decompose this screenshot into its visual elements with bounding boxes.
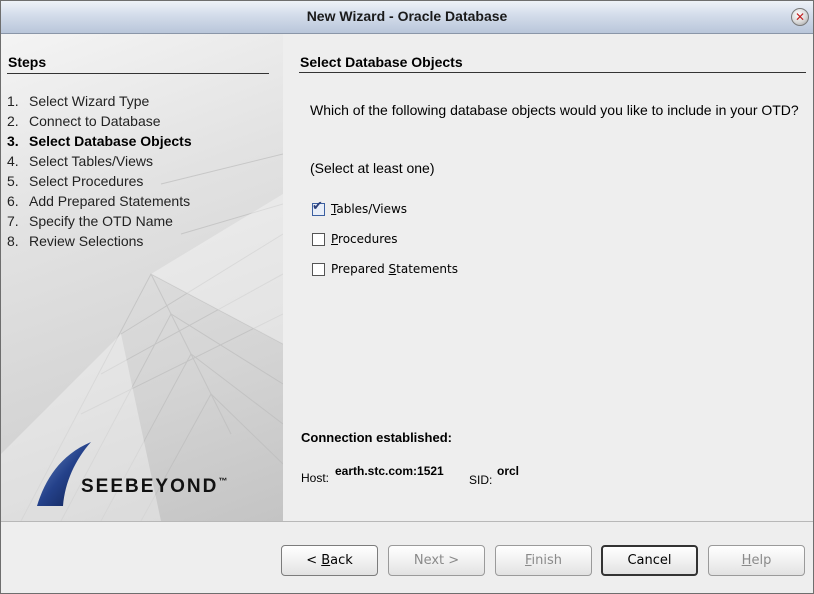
step-item: 3. Select Database Objects [7,131,192,151]
step-number: 3. [7,133,19,149]
back-button[interactable]: < Back [281,545,378,576]
checkbox-label: Prepared Statements [331,262,458,276]
finish-button[interactable]: Finish [495,545,592,576]
step-label: Select Procedures [29,173,144,189]
sid-value: orcl [497,464,520,478]
cancel-button[interactable]: Cancel [601,545,698,576]
host-value: earth.stc.com:1521 [335,464,444,478]
connection-details: Host: earth.stc.com:1521 SID: orcl [301,464,701,487]
steps-divider [7,73,269,74]
step-number: 7. [7,213,19,229]
question-text: Which of the following database objects … [310,102,799,118]
steps-list: 1. Select Wizard Type 2. Connect to Databas… [7,91,192,251]
window-title: New Wizard - Oracle Database [306,8,508,24]
step-label: Connect to Database [29,113,161,129]
step-item: 7. Specify the OTD Name [7,211,192,231]
seebeyond-logo: SEEBEYOND™ [35,440,265,506]
step-item: 8. Review Selections [7,231,192,251]
connection-heading: Connection established: [301,430,452,445]
step-item: 1. Select Wizard Type [7,91,192,111]
steps-panel: Steps 1. Select Wizard Type 2. Connect to D… [1,34,283,521]
steps-heading: Steps [8,54,47,70]
checkbox-label: Tables/Views [331,202,408,216]
title-divider [299,72,806,73]
checkbox-box[interactable] [312,262,325,276]
step-label: Select Database Objects [29,133,192,149]
step-label: Add Prepared Statements [29,193,191,209]
close-button[interactable]: ✕ [791,8,809,26]
step-number: 1. [7,93,19,109]
close-icon: ✕ [794,10,806,24]
checkbox-label: Procedures [331,232,398,246]
help-button[interactable]: Help [708,545,805,576]
step-label: Specify the OTD Name [29,213,173,229]
step-number: 6. [7,193,19,209]
hint-text: (Select at least one) [310,160,435,176]
host-label: Host: [301,471,330,485]
step-label: Select Wizard Type [29,93,150,109]
sid-label: SID: [469,473,493,487]
step-label: Review Selections [29,233,144,249]
page-title: Select Database Objects [300,54,463,70]
step-item: 5. Select Procedures [7,171,192,191]
step-number: 4. [7,153,19,169]
tables-views-checkbox[interactable]: ✔ Tables/Views [312,199,408,216]
checkbox-box[interactable]: ✔ [312,199,325,216]
procedures-checkbox[interactable]: Procedures [312,232,398,246]
logo-text: SEEBEYOND™ [81,476,230,497]
step-number: 2. [7,113,19,129]
step-item: 2. Connect to Database [7,111,192,131]
step-item: 4. Select Tables/Views [7,151,192,171]
next-button[interactable]: Next > [388,545,485,576]
wizard-window: New Wizard - Oracle Database ✕ Steps 1. … [0,0,814,594]
step-item: 6. Add Prepared Statements [7,191,192,211]
title-bar[interactable]: New Wizard - Oracle Database ✕ [1,1,813,34]
step-number: 5. [7,173,19,189]
step-label: Select Tables/Views [29,153,153,169]
prepared-statements-checkbox[interactable]: Prepared Statements [312,262,458,276]
step-number: 8. [7,233,19,249]
checkbox-box[interactable] [312,232,325,246]
check-icon: ✔ [312,198,323,214]
main-content: Select Database Objects Which of the fol… [283,34,813,521]
footer-divider [1,521,813,522]
